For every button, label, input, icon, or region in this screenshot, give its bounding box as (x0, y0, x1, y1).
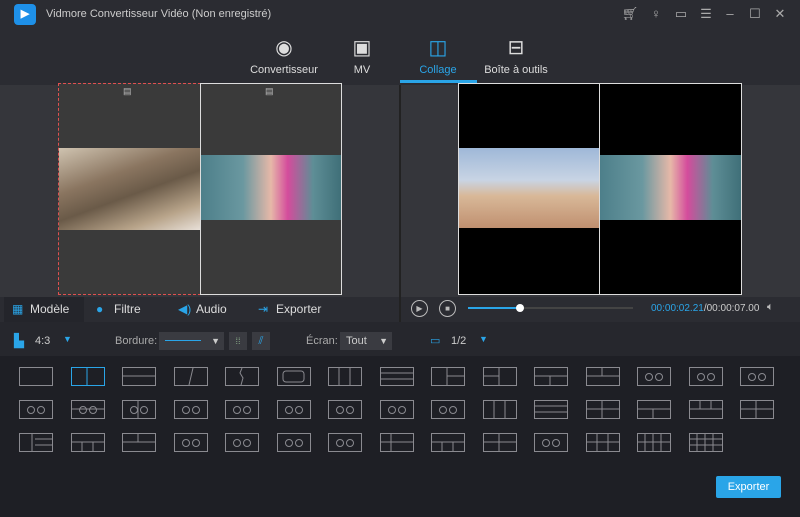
collage-icon: ◫ (428, 37, 448, 59)
template-34[interactable] (173, 433, 208, 456)
preview-image-child (600, 155, 741, 220)
tab-audio[interactable]: ◀) Audio (170, 297, 240, 322)
template-43[interactable] (637, 433, 671, 456)
tab-boite-a-outils[interactable]: ⊟ Boîte à outils (471, 36, 561, 76)
export-icon: ⇥ (258, 302, 269, 316)
border-label: Bordure: (115, 335, 158, 347)
monitor-icon: ▭ (430, 335, 441, 347)
template-21[interactable] (276, 400, 311, 423)
template-25[interactable] (482, 400, 517, 423)
template-30[interactable] (740, 400, 774, 423)
template-33[interactable] (122, 433, 156, 456)
template-8[interactable] (379, 367, 414, 390)
video-thumbnail-child (201, 155, 341, 220)
template-20[interactable] (225, 400, 259, 423)
menu-icon[interactable]: ☰ (697, 5, 715, 23)
tab-exporter[interactable]: ⇥ Exporter (250, 297, 340, 322)
tab-filtre[interactable]: ● Filtre (88, 297, 158, 322)
template-5[interactable] (225, 367, 259, 390)
tab-convertisseur[interactable]: ◉ Convertisseur (239, 36, 329, 76)
key-icon[interactable]: ♀ (647, 5, 665, 23)
time-display: 00:00:02.21/00:00:07.00 (651, 303, 760, 314)
template-6[interactable] (276, 367, 311, 390)
template-12[interactable] (585, 367, 620, 390)
template-16[interactable] (19, 400, 53, 423)
template-4[interactable] (173, 367, 208, 390)
ratio-dropdown-arrow[interactable]: ▼ (63, 334, 72, 344)
border-pattern-button[interactable]: ⫽ (252, 332, 270, 350)
maximize-icon[interactable]: ☐ (746, 5, 764, 23)
aspect-ratio-value[interactable]: 4:3 (35, 335, 50, 347)
control-bar: ▙ 4:3 ▼ Bordure: ▼ ⁞⁞ ⫽ Écran: Tout ▼ ▭ 1… (0, 322, 800, 356)
template-14[interactable] (688, 367, 723, 390)
video-thumbnail-cat (59, 148, 200, 230)
player-controls: ▶ ■ 00:00:02.21/00:00:07.00 🔈︎ (401, 297, 800, 322)
screen-select[interactable]: Tout ▼ (340, 332, 392, 350)
editor-tabs: ▦ Modèle ● Filtre ◀) Audio ⇥ Exporter (0, 297, 399, 322)
chat-icon[interactable]: ▭ (672, 5, 690, 23)
toolbox-icon: ⊟ (507, 37, 525, 59)
template-icon: ▦ (12, 302, 24, 316)
app-title: Vidmore Convertisseur Vidéo (Non enregis… (46, 8, 272, 20)
preview-image-desert (459, 148, 600, 228)
template-42[interactable] (585, 433, 620, 456)
title-bar: ▶ Vidmore Convertisseur Vidéo (Non enreg… (0, 0, 800, 85)
audio-icon: ◀) (178, 302, 192, 316)
collage-cell-2[interactable]: ▤ (200, 83, 342, 295)
template-36[interactable] (276, 433, 311, 456)
template-17[interactable] (70, 400, 105, 423)
template-10[interactable] (482, 367, 517, 390)
progress-handle[interactable] (516, 304, 525, 312)
template-27[interactable] (585, 400, 620, 423)
template-11[interactable] (534, 367, 568, 390)
tab-modele[interactable]: ▦ Modèle (4, 297, 84, 322)
template-9[interactable] (431, 367, 465, 390)
template-32[interactable] (70, 433, 105, 456)
template-7[interactable] (328, 367, 362, 390)
template-26[interactable] (534, 400, 568, 423)
template-23[interactable] (379, 400, 414, 423)
template-39[interactable] (431, 433, 465, 456)
minimize-icon[interactable]: – (721, 5, 739, 23)
template-18[interactable] (122, 400, 156, 423)
progress-slider[interactable] (468, 304, 633, 312)
volume-icon[interactable]: 🔈︎ (767, 301, 774, 314)
stop-icon[interactable]: ■ (439, 300, 456, 317)
screen-label: Écran: (306, 335, 338, 347)
play-icon[interactable]: ▶ (411, 300, 428, 317)
template-41[interactable] (534, 433, 568, 456)
template-29[interactable] (688, 400, 723, 423)
template-13[interactable] (637, 367, 671, 390)
video-camera-icon: ▶ (14, 4, 36, 25)
template-1[interactable] (19, 367, 53, 390)
template-40[interactable] (482, 433, 517, 456)
collage-cell-1[interactable]: ▤ (58, 83, 201, 295)
template-31[interactable] (19, 433, 53, 456)
template-19[interactable] (173, 400, 208, 423)
close-icon[interactable]: ✕ (771, 5, 789, 23)
template-38[interactable] (379, 433, 414, 456)
film-icon: ▤ (123, 86, 132, 96)
template-15[interactable] (740, 367, 774, 390)
film-icon: ▤ (265, 86, 274, 96)
convert-icon: ◉ (275, 37, 293, 59)
tab-collage[interactable]: ◫ Collage (393, 36, 483, 76)
border-style-select[interactable]: ▼ (159, 332, 224, 350)
template-2[interactable] (70, 367, 105, 390)
template-22[interactable] (328, 400, 362, 423)
aspect-ratio-icon: ▙ (14, 333, 24, 348)
output-preview (458, 83, 742, 295)
border-color-button[interactable]: ⁞⁞ (229, 332, 247, 350)
template-3[interactable] (122, 367, 156, 390)
template-28[interactable] (637, 400, 671, 423)
cart-icon[interactable]: 🛒︎ (621, 5, 639, 23)
export-button[interactable]: Exporter (716, 476, 781, 498)
page-indicator[interactable]: 1/2 (451, 335, 466, 347)
filter-icon: ● (96, 302, 104, 316)
page-dropdown-arrow[interactable]: ▼ (479, 334, 488, 344)
template-44[interactable] (688, 433, 723, 456)
template-35[interactable] (225, 433, 259, 456)
template-24[interactable] (431, 400, 465, 423)
template-37[interactable] (328, 433, 362, 456)
